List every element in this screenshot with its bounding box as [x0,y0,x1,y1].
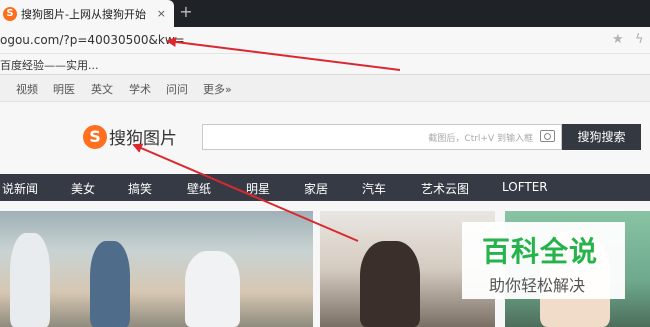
category-stars[interactable]: 明星 [246,180,270,197]
sogou-favicon-icon: S [3,6,17,21]
tab-title: 搜狗图片-上网从搜狗开始 [21,7,146,21]
bookmark-item[interactable]: 百度经验——实用... [0,57,99,73]
category-news[interactable]: 说新闻 [2,180,38,197]
browser-tab-bar: S 搜狗图片-上网从搜狗开始 × + [0,0,650,27]
category-bar: 说新闻 美女 搞笑 壁纸 明星 家居 汽车 艺术云图 LOFTER [0,174,650,201]
sogou-logo[interactable]: S 搜狗图片 [83,124,177,149]
address-input[interactable]: ogou.com/?p=40030500&kw= [0,33,185,47]
category-wallpaper[interactable]: 壁纸 [187,180,211,197]
category-home[interactable]: 家居 [304,180,328,197]
lightning-icon[interactable]: ϟ [635,32,644,47]
top-nav: 视频 明医 英文 学术 问问 更多» [0,75,650,102]
search-button[interactable]: 搜狗搜索 [562,124,641,150]
topnav-more[interactable]: 更多» [203,81,232,97]
close-tab-icon[interactable]: × [157,7,166,20]
page-header: S 搜狗图片 截图后，Ctrl+V 到输入框 搜狗搜索 [0,102,650,174]
figure-shape [360,241,420,327]
bookmark-star-icon[interactable]: ★ [612,32,624,47]
figure-shape [10,233,50,327]
category-funny[interactable]: 搞笑 [128,180,152,197]
screenshot: S 搜狗图片-上网从搜狗开始 × + ogou.com/?p=40030500&… [0,0,650,327]
category-beauty[interactable]: 美女 [71,180,95,197]
figure-shape [90,241,130,327]
category-lofter[interactable]: LOFTER [502,180,548,194]
topnav-mingyi[interactable]: 明医 [53,81,75,97]
topnav-academic[interactable]: 学术 [129,81,151,97]
bookmarks-bar: 百度经验——实用... [0,54,650,75]
camera-icon[interactable] [540,130,555,142]
topnav-wenwen[interactable]: 问问 [166,81,188,97]
watermark-title: 百科全说 [482,235,599,268]
figure-shape [185,251,240,327]
logo-text: 搜狗图片 [109,129,177,149]
topnav-english[interactable]: 英文 [91,81,113,97]
watermark-subtitle: 助你轻松解决 [489,276,586,295]
gallery-image-dancers[interactable] [0,211,313,327]
category-art[interactable]: 艺术云图 [421,180,469,197]
search-placeholder: 截图后，Ctrl+V 到输入框 [428,134,533,144]
topnav-video[interactable]: 视频 [16,81,38,97]
new-tab-button[interactable]: + [178,3,194,21]
browser-tab[interactable]: S 搜狗图片-上网从搜狗开始 × [0,0,174,27]
search-input[interactable]: 截图后，Ctrl+V 到输入框 [202,124,562,150]
watermark-badge: 百科全说 助你轻松解决 [462,222,625,299]
address-bar: ogou.com/?p=40030500&kw= ★ ϟ [0,27,650,54]
sogou-s-icon: S [83,124,107,149]
category-cars[interactable]: 汽车 [362,180,386,197]
